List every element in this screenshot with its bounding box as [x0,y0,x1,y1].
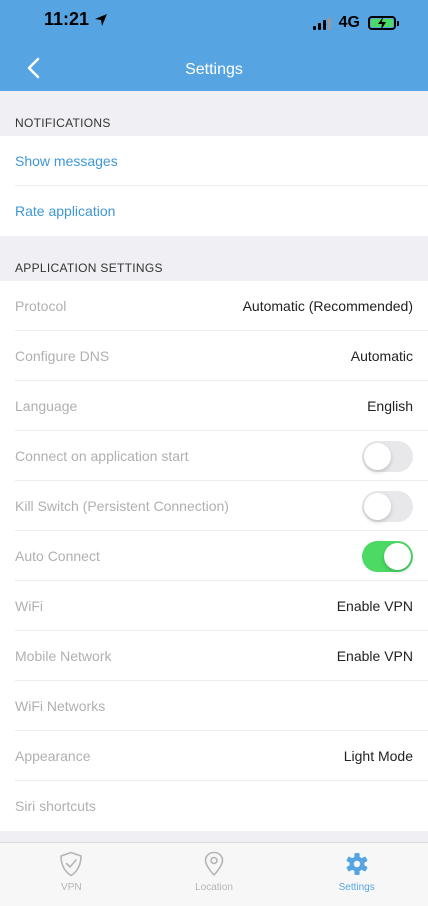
status-time: 11:21 [44,9,108,30]
appearance-row[interactable]: Appearance Light Mode [0,731,428,781]
show-messages-row[interactable]: Show messages [0,136,428,186]
tab-location[interactable]: Location [143,843,286,906]
auto-connect-row: Auto Connect [0,531,428,581]
map-pin-icon [204,851,224,877]
tab-bar: VPN Location Settings [0,842,428,906]
toggle-knob [384,542,411,570]
kill-switch-row: Kill Switch (Persistent Connection) [0,481,428,531]
navigation-header: 11:21 4G Settings [0,0,428,91]
language-value: English [367,398,413,414]
toggle-knob [364,492,391,520]
connect-on-start-row: Connect on application start [0,431,428,481]
shield-check-icon [60,851,83,877]
rate-application-label: Rate application [15,203,116,219]
wifi-networks-label: WiFi Networks [15,698,106,714]
network-type: 4G [338,14,360,31]
mobile-network-label: Mobile Network [15,648,112,664]
configure-dns-label: Configure DNS [15,348,110,364]
gear-icon [346,853,368,875]
tab-settings-label: Settings [338,882,375,893]
kill-switch-toggle[interactable] [362,490,413,522]
wifi-networks-row[interactable]: WiFi Networks [0,681,428,731]
configure-dns-row[interactable]: Configure DNS Automatic [0,331,428,381]
kill-switch-label: Kill Switch (Persistent Connection) [15,498,229,514]
connect-on-start-toggle[interactable] [362,440,413,472]
mobile-network-value: Enable VPN [336,648,413,664]
auto-connect-label: Auto Connect [15,548,100,564]
language-label: Language [15,398,78,414]
tab-vpn-label: VPN [61,882,82,893]
wifi-value: Enable VPN [336,598,413,614]
battery-charging-icon [368,16,399,30]
status-bar: 11:21 4G [0,0,428,40]
wifi-label: WiFi [15,598,43,614]
section-header-notifications: NOTIFICATIONS [15,116,111,130]
tab-location-label: Location [195,882,233,893]
show-messages-label: Show messages [15,153,118,169]
settings-list: NOTIFICATIONS Show messages Rate applica… [0,91,428,831]
appearance-label: Appearance [15,748,91,764]
mobile-network-row[interactable]: Mobile Network Enable VPN [0,631,428,681]
status-indicators: 4G [312,14,399,32]
siri-shortcuts-row[interactable]: Siri shortcuts [0,781,428,831]
protocol-label: Protocol [15,298,67,314]
rate-application-row[interactable]: Rate application [0,186,428,236]
protocol-value: Automatic (Recommended) [242,298,413,314]
protocol-row[interactable]: Protocol Automatic (Recommended) [0,281,428,331]
tab-settings[interactable]: Settings [285,843,428,906]
page-title: Settings [185,61,243,78]
cellular-signal-icon [312,16,331,30]
status-time-text: 11:21 [44,9,90,29]
tab-vpn[interactable]: VPN [0,843,143,906]
section-header-application-settings: APPLICATION SETTINGS [15,261,163,275]
wifi-row[interactable]: WiFi Enable VPN [0,581,428,631]
language-row[interactable]: Language English [0,381,428,431]
location-arrow-icon [95,13,108,26]
appearance-value: Light Mode [343,748,413,764]
connect-on-start-label: Connect on application start [15,448,189,464]
auto-connect-toggle[interactable] [362,540,413,572]
siri-shortcuts-label: Siri shortcuts [15,798,96,814]
toggle-knob [364,442,391,470]
configure-dns-value: Automatic [350,348,413,364]
